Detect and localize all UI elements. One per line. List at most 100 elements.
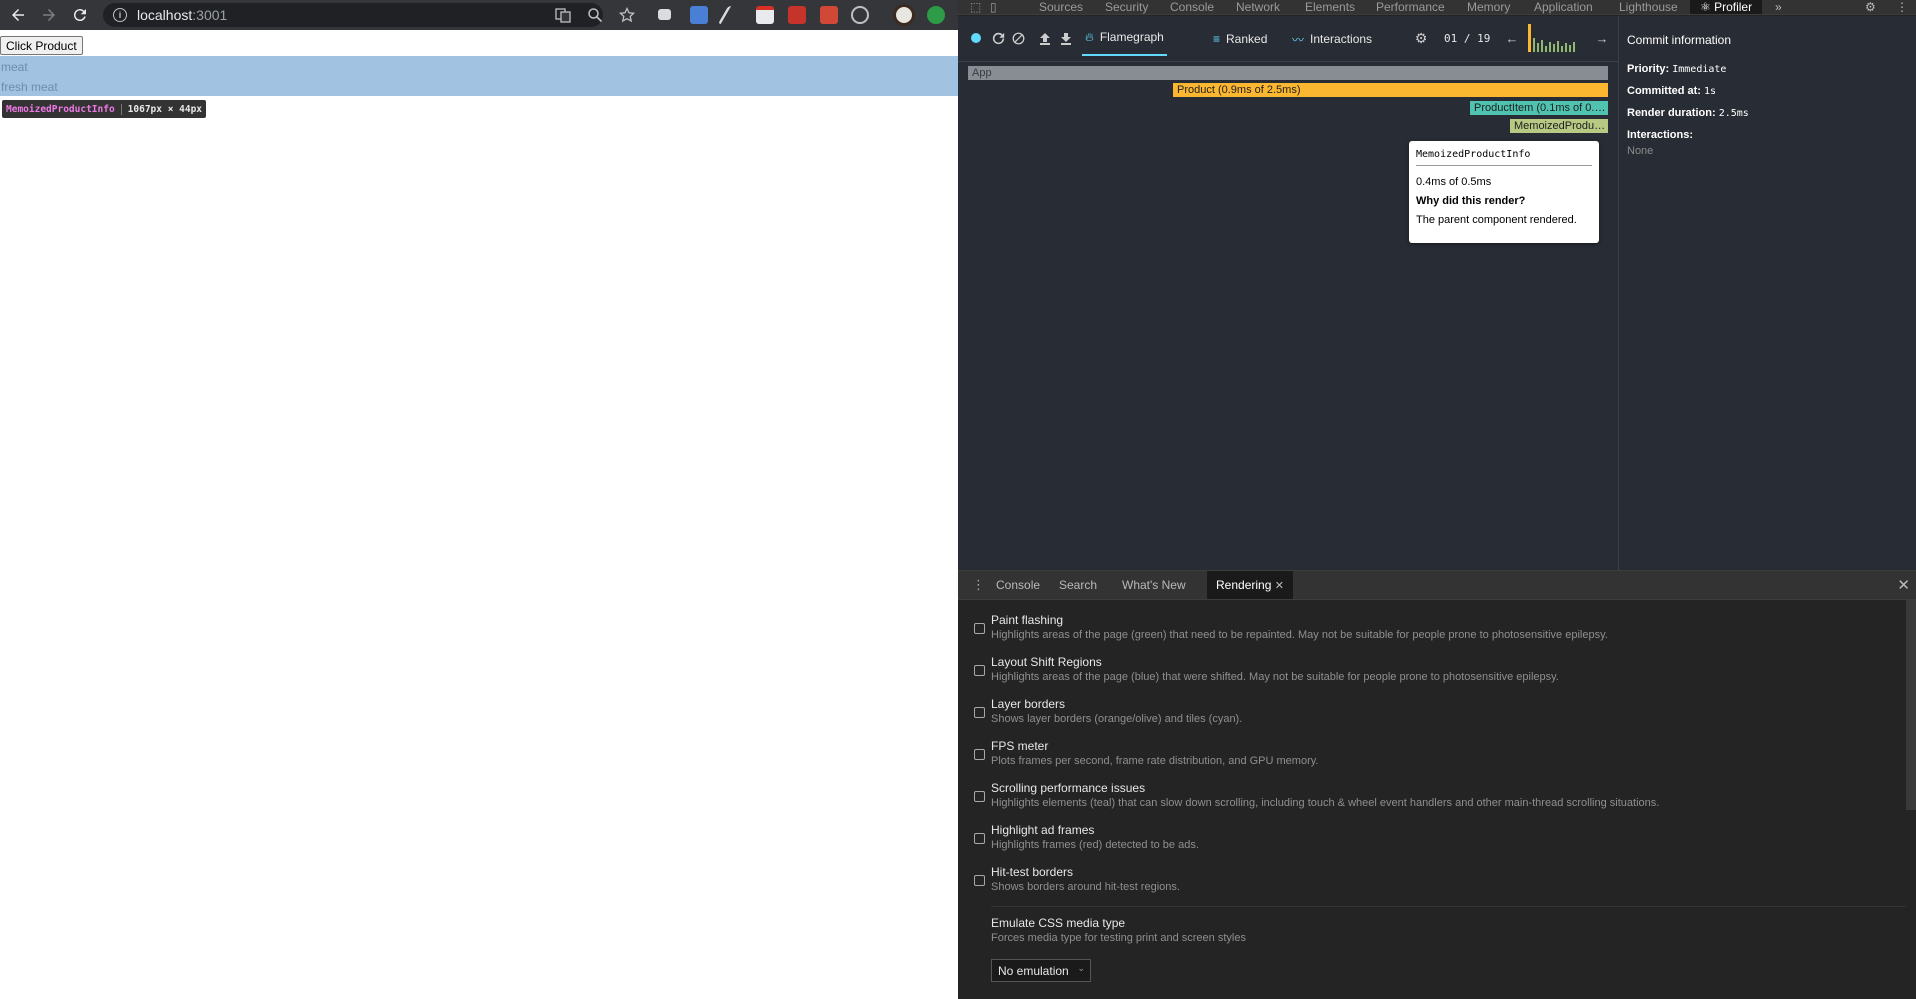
drawer-tab-console[interactable]: Console xyxy=(996,571,1040,599)
checkbox[interactable] xyxy=(974,707,985,718)
priority-row: Priority: Immediate xyxy=(1627,63,1908,75)
kebab-menu-icon[interactable]: ⋮ xyxy=(1896,0,1908,14)
commit-bar[interactable] xyxy=(1549,42,1551,52)
site-info-icon[interactable]: i xyxy=(113,8,127,22)
close-tab-icon[interactable]: ✕ xyxy=(1275,580,1284,592)
flame-node-product-item[interactable]: ProductItem (0.1ms of 0.5ms) xyxy=(1470,101,1608,115)
click-product-button[interactable]: Click Product xyxy=(0,36,83,55)
url-port: :3001 xyxy=(192,7,228,23)
commit-bar[interactable] xyxy=(1541,40,1543,52)
flame-node-memoized-product-info[interactable]: MemoizedProductInfo (0.4ms of 0.5ms) xyxy=(1510,119,1608,133)
arrow-right-icon xyxy=(43,9,55,21)
option-title: Hit-test borders xyxy=(991,865,1074,879)
tab-interactions[interactable]: 〰 Interactions xyxy=(1292,30,1372,48)
inspect-element-icon[interactable]: ⬚ xyxy=(970,0,981,14)
translate-icon[interactable] xyxy=(553,5,573,25)
device-toolbar-icon[interactable]: ▯ xyxy=(990,0,997,14)
priority-label: Priority: xyxy=(1627,63,1670,75)
option-title: Highlight ad frames xyxy=(991,823,1095,837)
bookmark-star-icon[interactable] xyxy=(617,5,637,25)
chevron-down-icon: ⌄ xyxy=(1077,963,1085,973)
tab-ranked[interactable]: ≡ Ranked xyxy=(1213,30,1267,48)
commit-bar[interactable] xyxy=(1533,38,1535,52)
checkbox[interactable] xyxy=(974,665,985,676)
zoom-icon[interactable] xyxy=(585,5,605,25)
option-title: Layer borders xyxy=(991,697,1066,711)
tab-memory[interactable]: Memory xyxy=(1467,0,1510,14)
tab-elements[interactable]: Elements xyxy=(1305,0,1355,14)
tab-console[interactable]: Console xyxy=(1170,0,1214,14)
address-bar[interactable]: i localhost:3001 xyxy=(103,3,603,27)
reload-button[interactable] xyxy=(67,2,93,28)
drawer-tab-search[interactable]: Search xyxy=(1059,571,1097,599)
commit-bar[interactable] xyxy=(1537,43,1539,52)
tab-network[interactable]: Network xyxy=(1236,0,1280,14)
option-description: Plots frames per second, frame rate dist… xyxy=(991,755,1319,767)
emulate-media-select[interactable]: No emulation ⌄ xyxy=(991,959,1091,982)
drawer-menu-icon[interactable]: ⋮ xyxy=(972,577,985,593)
checkbox[interactable] xyxy=(974,623,985,634)
more-tabs-icon[interactable]: » xyxy=(1775,0,1782,14)
back-button[interactable] xyxy=(5,2,31,28)
tab-sources[interactable]: Sources xyxy=(1039,0,1083,14)
download-icon xyxy=(1061,32,1071,45)
flame-node-app[interactable]: App xyxy=(968,66,1608,80)
save-profile-button[interactable] xyxy=(1058,30,1074,46)
drawer-tab-rendering[interactable]: Rendering ✕ xyxy=(1207,571,1293,599)
avatar[interactable] xyxy=(893,4,915,26)
extension-clip-icon[interactable] xyxy=(820,6,838,24)
forward-button[interactable] xyxy=(36,2,62,28)
extension-calendar-icon[interactable] xyxy=(756,6,774,24)
commit-bar[interactable] xyxy=(1573,42,1575,52)
browser-window: i localhost:3001 Click Product meat fres… xyxy=(0,0,958,999)
checkbox[interactable] xyxy=(974,791,985,802)
priority-value: Immediate xyxy=(1672,64,1727,75)
commit-bar[interactable] xyxy=(1565,43,1567,52)
tab-lighthouse[interactable]: Lighthouse xyxy=(1619,0,1678,14)
commit-bar[interactable] xyxy=(1569,45,1571,52)
settings-gear-icon[interactable]: ⚙ xyxy=(1865,0,1876,14)
prev-commit-button[interactable]: ← xyxy=(1504,30,1520,46)
commit-bar-chart[interactable] xyxy=(1528,24,1578,52)
flame-node-product[interactable]: Product (0.9ms of 2.5ms) xyxy=(1173,83,1608,97)
commit-bar[interactable] xyxy=(1557,41,1559,52)
tab-security[interactable]: Security xyxy=(1105,0,1148,14)
extension-pen-icon[interactable] xyxy=(717,6,747,24)
checkbox[interactable] xyxy=(974,749,985,760)
inspect-component-name: MemoizedProductInfo xyxy=(6,103,122,115)
tab-application[interactable]: Application xyxy=(1534,0,1593,14)
extension-target-icon[interactable] xyxy=(851,6,869,24)
profiler-settings-icon[interactable]: ⚙ xyxy=(1413,30,1429,46)
commit-bar[interactable] xyxy=(1528,24,1531,52)
reload-and-profile-button[interactable] xyxy=(990,30,1006,46)
next-commit-button[interactable]: → xyxy=(1594,30,1610,46)
record-button[interactable] xyxy=(968,30,984,46)
option-title: FPS meter xyxy=(991,739,1049,753)
extension-red-icon[interactable] xyxy=(788,6,806,24)
tab-performance[interactable]: Performance xyxy=(1376,0,1445,14)
tab-ranked-label: Ranked xyxy=(1226,32,1268,46)
clear-icon xyxy=(1012,32,1024,44)
extension-translate-icon[interactable] xyxy=(690,6,708,24)
checkbox[interactable] xyxy=(974,875,985,886)
extension-icon-1[interactable] xyxy=(658,9,671,20)
close-drawer-icon[interactable]: ✕ xyxy=(1897,576,1910,594)
load-profile-button[interactable] xyxy=(1037,30,1053,46)
drawer-scrollbar[interactable] xyxy=(1906,600,1916,810)
render-duration-label: Render duration: xyxy=(1627,107,1716,119)
emulate-media-value: No emulation xyxy=(998,964,1069,978)
clear-profiling-button[interactable] xyxy=(1010,30,1026,46)
commit-bar[interactable] xyxy=(1561,46,1563,52)
drawer-tab-whats-new[interactable]: What's New xyxy=(1122,571,1186,599)
checkbox[interactable] xyxy=(974,833,985,844)
tab-flamegraph[interactable]: 🔥︎ Flamegraph xyxy=(1082,30,1167,56)
update-icon[interactable] xyxy=(927,6,945,24)
react-profiler: 🔥︎ Flamegraph ≡ Ranked 〰 Interactions ⚙ 01 … xyxy=(958,16,1916,570)
committed-at-label: Committed at: xyxy=(1627,85,1701,97)
commit-info-sidebar: Commit information Priority: Immediate C… xyxy=(1618,16,1916,570)
tab-profiler[interactable]: ⚛ Profiler xyxy=(1690,0,1763,14)
devtools-panel: ⬚ ▯ Sources Security Console Network Ele… xyxy=(958,0,1916,999)
interactions-icon: 〰 xyxy=(1292,32,1305,47)
commit-bar[interactable] xyxy=(1553,44,1555,52)
commit-bar[interactable] xyxy=(1545,46,1547,52)
